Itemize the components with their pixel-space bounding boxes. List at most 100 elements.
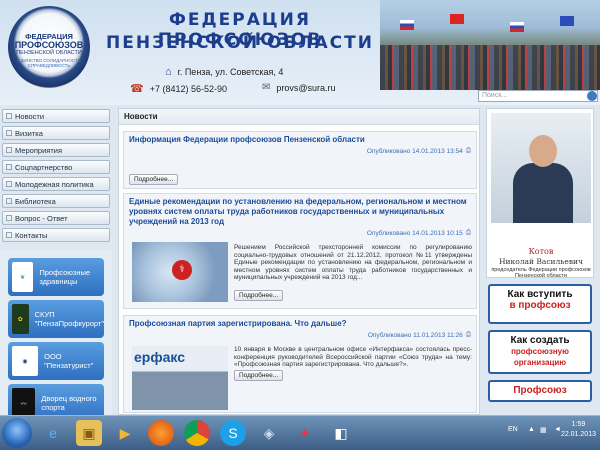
read-more-button[interactable]: Подробнее...: [129, 174, 179, 185]
promo-panel: ❦ Профсоюзные здравницы ✿ СКУП "ПензаПро…: [0, 250, 112, 422]
article-thumbnail[interactable]: ерфакс: [132, 346, 228, 410]
article-title[interactable]: Единые рекомендации по установлению на ф…: [124, 194, 476, 230]
search-input[interactable]: Поиск...: [478, 90, 598, 102]
volume-icon[interactable]: ◄: [554, 426, 561, 433]
article-card: Профсоюзная партия зарегистрирована. Что…: [123, 315, 477, 413]
language-indicator[interactable]: EN: [508, 426, 518, 433]
promo-penzaprofkurort[interactable]: ✿ СКУП "ПензаПрофкурорт": [8, 300, 104, 338]
nav-item-partnership[interactable]: Соцпартнерство: [2, 160, 110, 174]
site-title-line2: ПЕНЗЕНСКОЙ ОБЛАСТИ: [106, 33, 374, 53]
email-link[interactable]: provs@sura.ru: [276, 83, 335, 93]
nav-item-faq[interactable]: Вопрос - Ответ: [2, 211, 110, 225]
article-date: Опубликовано 11.01.2013 11:26: [367, 331, 463, 339]
firewall-icon[interactable]: ◈: [256, 420, 282, 446]
banner-line2: в профсоюз: [509, 300, 571, 311]
promo-label: ООО "Пензатурист": [44, 352, 94, 370]
banner-line2: профсоюзную организацию: [511, 347, 569, 367]
create-organization-banner[interactable]: Как создать профсоюзную организацию: [488, 330, 592, 374]
flag-icon: [450, 14, 464, 24]
article-meta: Опубликовано 14.01.2013 10:15 ⎙: [367, 229, 471, 237]
ie-icon[interactable]: e: [40, 420, 66, 446]
article-card: Единые рекомендации по установлению на ф…: [123, 193, 477, 309]
promo-penzaturist[interactable]: ◉ ООО "Пензатурист": [8, 342, 104, 380]
union-banner[interactable]: Профсоюз: [488, 380, 592, 402]
print-icon[interactable]: ⎙: [466, 229, 471, 237]
bullet-icon: [6, 130, 12, 136]
article-card: Информация Федерации профсоюзов Пензенск…: [123, 131, 477, 189]
clock-time: 1:59: [571, 421, 586, 428]
resort-logo-icon: ✿: [12, 304, 29, 334]
firefox-icon[interactable]: [148, 420, 174, 446]
nav-item-events[interactable]: Мероприятия: [2, 143, 110, 157]
mail-icon: ✉: [262, 82, 271, 93]
clock-date: 22.01.2013: [560, 431, 596, 438]
media-player-icon[interactable]: ▶: [112, 420, 138, 446]
article-meta: Опубликовано 14.01.2013 13:54 ⎙: [367, 147, 471, 155]
right-sidebar: Котов Николай Васильевич председатель Фе…: [486, 108, 596, 415]
promo-health-resorts[interactable]: ❦ Профсоюзные здравницы: [8, 258, 104, 296]
banner-line1: Профсоюз: [513, 385, 567, 396]
nav-item-label: Визитка: [15, 128, 43, 138]
nav-item-youth[interactable]: Молодежная политика: [2, 177, 110, 191]
promo-label: Профсоюзные здравницы: [39, 268, 91, 286]
article-title[interactable]: Информация Федерации профсоюзов Пензенск…: [124, 132, 476, 148]
bullet-icon: [6, 198, 12, 204]
skype-icon[interactable]: S: [220, 420, 246, 446]
flag-icon: [510, 22, 524, 32]
print-icon[interactable]: ⎙: [466, 331, 471, 339]
chairman-surname: Котов: [528, 247, 554, 256]
logo-line3: ПЕНЗЕНСКОЙ ОБЛАСТИ: [16, 49, 82, 56]
federation-logo[interactable]: ФЕДЕРАЦИЯ ПРОФСОЮЗОВ ПЕНЗЕНСКОЙ ОБЛАСТИ …: [8, 6, 90, 88]
bullet-icon: [6, 147, 12, 153]
chrome-icon[interactable]: [184, 420, 210, 446]
nav-item-news[interactable]: Новости: [2, 109, 110, 123]
head-shape: [529, 135, 557, 167]
nav-item-label: Библиотека: [15, 196, 56, 206]
article-title[interactable]: Профсоюзная партия зарегистрирована. Что…: [124, 316, 476, 332]
start-button[interactable]: [2, 418, 32, 448]
logo-line2: ПРОФСОЮЗОВ: [14, 39, 84, 50]
email-row: ✉ provs@sura.ru: [262, 82, 336, 93]
read-more-button[interactable]: Подробнее...: [234, 370, 284, 381]
chairman-card: Котов Николай Васильевич председатель Фе…: [486, 108, 594, 279]
windows-taskbar: e ▣ ▶ S ◈ ✦ ◧ EN ▲ ▦ ◄ 1:59 22.01.2013: [0, 415, 600, 450]
nav-item-contacts[interactable]: Контакты: [2, 228, 110, 242]
promo-label: Дворец водного спорта: [41, 394, 97, 412]
tourist-logo-icon: ◉: [12, 346, 39, 376]
health-resort-icon: ❦: [12, 262, 34, 292]
thumbnail-caption: ерфакс: [134, 349, 185, 365]
banner-line1: Как создать: [510, 335, 570, 346]
suit-shape: [513, 163, 573, 223]
nav-item-profile[interactable]: Визитка: [2, 126, 110, 140]
article-thumbnail[interactable]: ⚕: [132, 242, 228, 302]
nav-item-label: Контакты: [15, 230, 48, 240]
folder-icon[interactable]: ▣: [76, 420, 102, 446]
pdf-reader-icon[interactable]: ✦: [292, 420, 318, 446]
system-clock[interactable]: 1:59 22.01.2013: [561, 420, 596, 440]
article-body: Решением Российской трехсторонней комисс…: [234, 244, 472, 281]
network-icon[interactable]: ▦: [540, 426, 547, 434]
phone-row: ☎ +7 (8412) 56-52-90: [130, 82, 227, 95]
home-icon: ⌂: [165, 66, 172, 78]
join-union-banner[interactable]: Как вступить в профсоюз: [488, 284, 592, 324]
address-row: ⌂ г. Пенза, ул. Советская, 4: [165, 66, 283, 78]
tray-arrow-icon[interactable]: ▲: [528, 426, 535, 433]
article-body: 10 января в Москве в центральном офисе «…: [234, 346, 472, 368]
swimmer-icon: 〰: [12, 388, 36, 418]
nav-item-library[interactable]: Библиотека: [2, 194, 110, 208]
app-icon[interactable]: ◧: [328, 420, 354, 446]
site-header: ФЕДЕРАЦИЯ ПРОФСОЮЗОВ ПЕНЗЕНСКОЙ ОБЛАСТИ …: [0, 0, 600, 105]
search-button[interactable]: [587, 91, 597, 101]
article-date: Опубликовано 14.01.2013 13:54: [366, 147, 463, 155]
bullet-icon: [6, 113, 12, 119]
header-photo: [380, 0, 600, 90]
print-icon[interactable]: ⎙: [466, 147, 471, 155]
phone-text: +7 (8412) 56-52-90: [149, 83, 228, 94]
nav-item-label: Соцпартнерство: [15, 162, 73, 172]
read-more-button[interactable]: Подробнее...: [234, 290, 284, 301]
banner-line1: Как вступить: [507, 289, 573, 300]
chairman-photo[interactable]: [491, 113, 591, 223]
article-meta: Опубликовано 11.01.2013 11:26 ⎙: [368, 331, 471, 339]
medical-icon: ⚕: [172, 260, 192, 280]
flag-icon: [400, 20, 414, 30]
